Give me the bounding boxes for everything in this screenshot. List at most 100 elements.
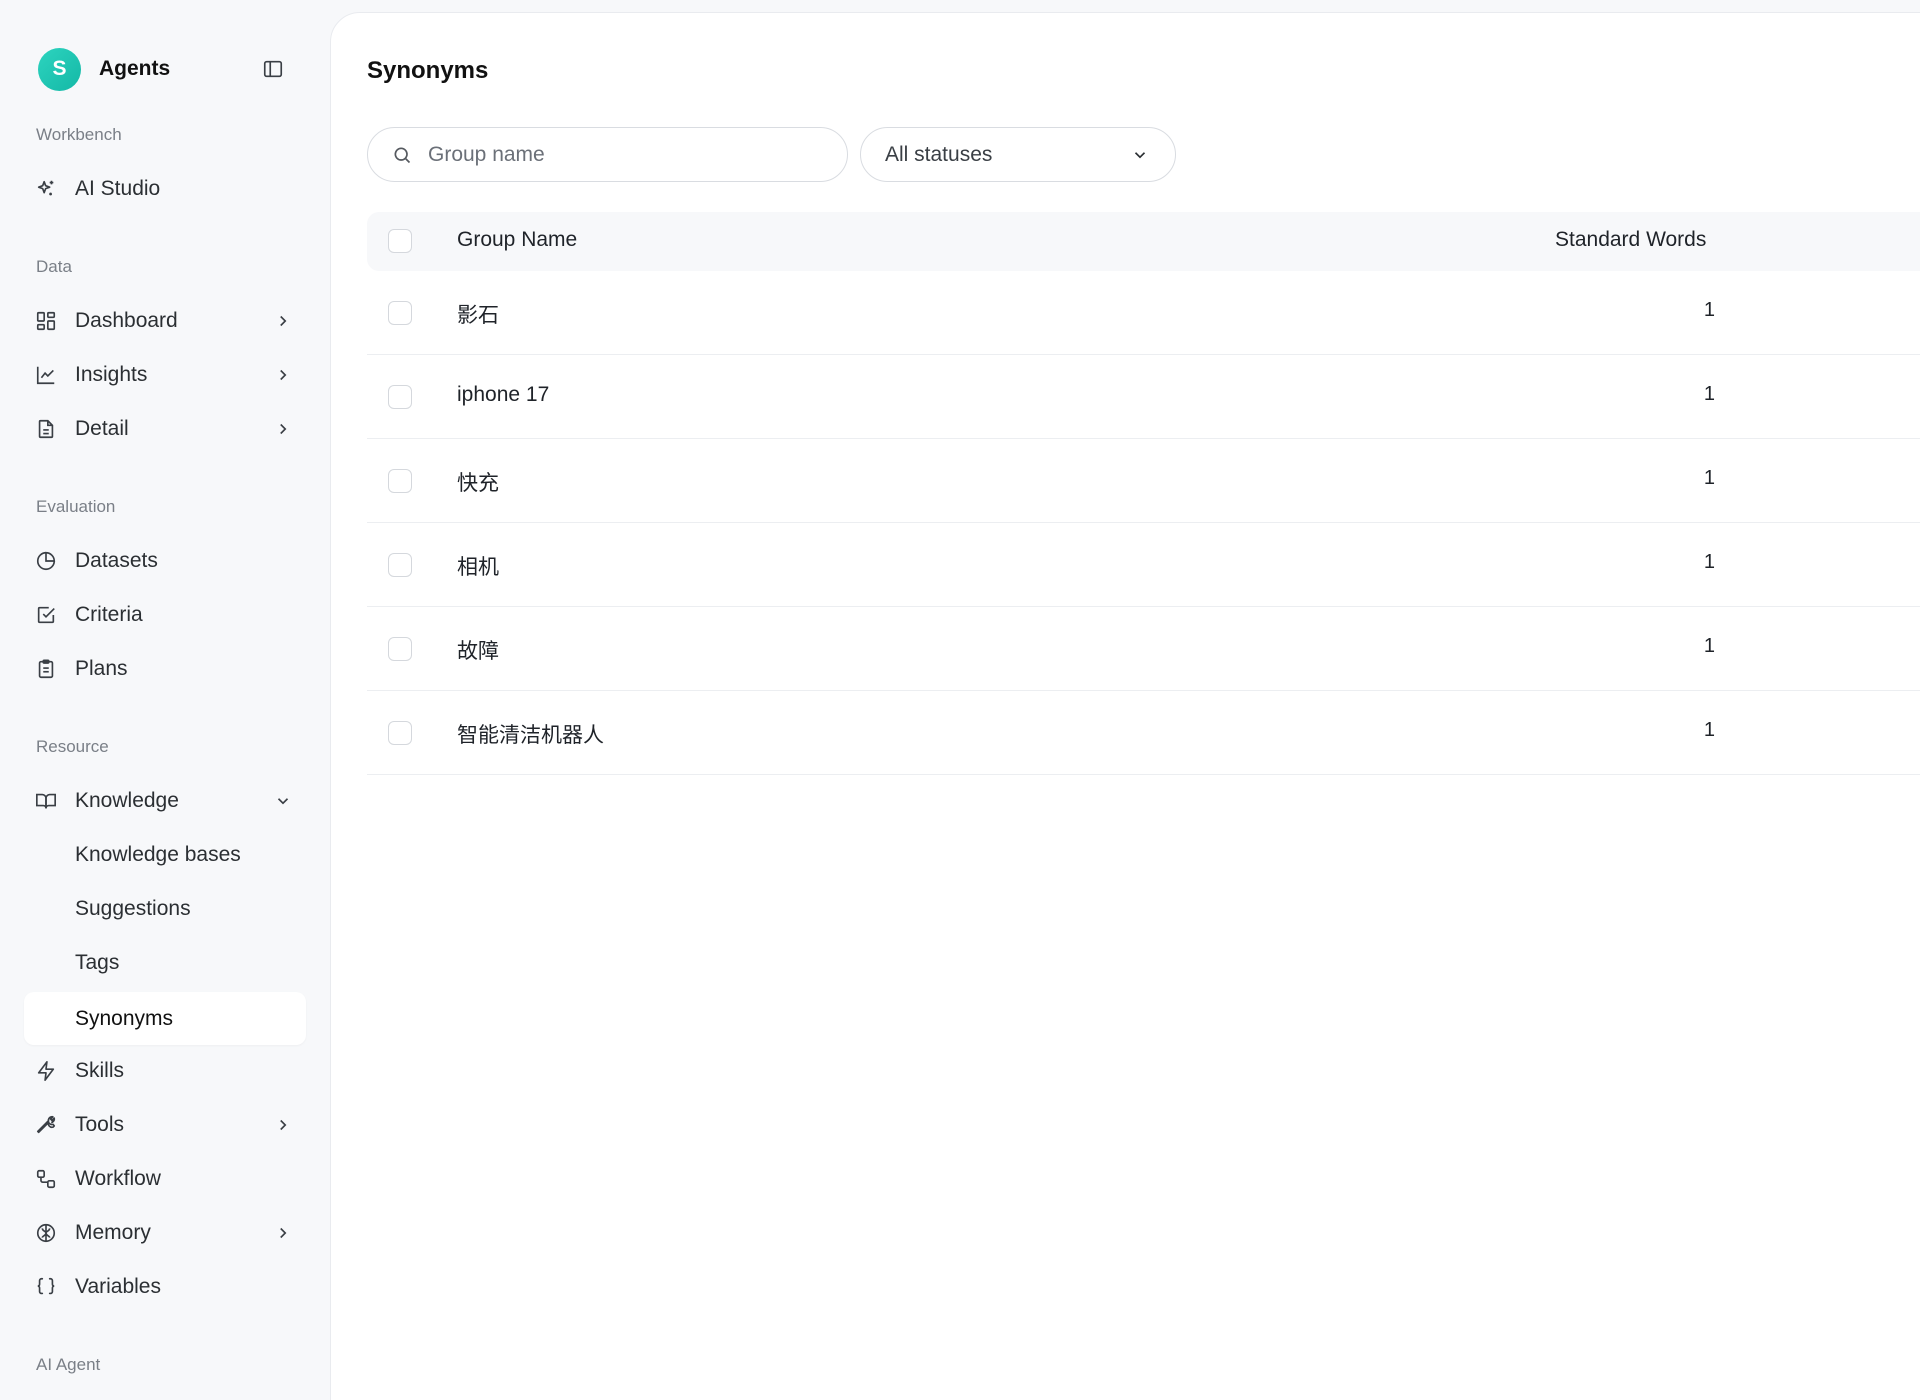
brand-logo: S — [38, 47, 81, 91]
select-all-checkbox[interactable] — [388, 229, 412, 253]
cell-standard-words: 1 — [1703, 635, 1715, 657]
chevron-right-icon — [274, 420, 292, 438]
section-label-resource: Resource — [36, 737, 109, 756]
main-panel: Synonyms All statuses Group Name Standar… — [330, 12, 1920, 1400]
app-root: S Agents Workbench AI Studio Data Dashbo… — [0, 0, 1920, 1400]
brain-icon — [35, 1222, 57, 1244]
sidebar-item-label: Variables — [75, 1275, 161, 1298]
cell-standard-words: 1 — [1703, 719, 1715, 741]
cell-group-name: 智能清洁机器人 — [457, 724, 604, 747]
cell-standard-words: 1 — [1703, 467, 1715, 489]
column-header-group-name[interactable]: Group Name — [457, 228, 577, 252]
cell-group-name: 故障 — [457, 640, 499, 663]
sidebar-item-tools[interactable]: Tools — [24, 1100, 306, 1150]
section-label-evaluation: Evaluation — [36, 497, 116, 516]
sidebar-item-workflow[interactable]: Workflow — [24, 1154, 306, 1204]
row-checkbox[interactable] — [388, 301, 412, 325]
sidebar-item-synonyms[interactable]: Synonyms — [24, 992, 306, 1045]
page-title: Synonyms — [367, 57, 489, 84]
sidebar-item-label: Detail — [75, 417, 129, 440]
workflow-icon — [35, 1168, 57, 1190]
cell-group-name: iphone 17 — [457, 383, 550, 406]
sidebar: S Agents Workbench AI Studio Data Dashbo… — [0, 0, 330, 1400]
sidebar-item-label: Datasets — [75, 549, 158, 572]
synonyms-table: Group Name Standard Words 影石 1 iphone 17… — [367, 212, 1920, 775]
sidebar-item-label: Skills — [75, 1059, 125, 1082]
cell-standard-words: 1 — [1703, 383, 1715, 405]
status-filter-select[interactable]: All statuses — [860, 127, 1176, 182]
checkbox-icon — [35, 604, 57, 626]
row-checkbox[interactable] — [388, 721, 412, 745]
table-header: Group Name Standard Words — [367, 212, 1920, 271]
sidebar-item-label: Dashboard — [75, 309, 178, 332]
sidebar-item-ai-studio[interactable]: AI Studio — [24, 164, 306, 214]
sidebar-item-label: Tools — [75, 1113, 125, 1136]
section-label-data: Data — [36, 257, 72, 276]
sidebar-item-knowledge-bases[interactable]: Knowledge bases — [24, 830, 306, 880]
sidebar-item-suggestions[interactable]: Suggestions — [24, 884, 306, 934]
search-icon — [392, 145, 412, 165]
braces-icon — [35, 1276, 57, 1298]
search-input[interactable] — [428, 140, 828, 170]
brand[interactable]: S Agents — [38, 47, 170, 91]
sidebar-item-memory[interactable]: Memory — [24, 1208, 306, 1258]
sidebar-item-knowledge[interactable]: Knowledge — [24, 776, 306, 826]
table-row[interactable]: 影石 1 — [367, 271, 1920, 355]
row-checkbox[interactable] — [388, 553, 412, 577]
sidebar-item-label: Suggestions — [75, 897, 191, 920]
column-header-standard-words[interactable]: Standard Words — [1555, 228, 1706, 252]
sidebar-toggle-icon[interactable] — [262, 58, 284, 80]
sidebar-item-label: Plans — [75, 657, 128, 680]
sidebar-item-label: Memory — [75, 1221, 151, 1244]
sidebar-item-label: Knowledge — [75, 789, 179, 812]
wrench-icon — [35, 1114, 57, 1136]
line-chart-icon — [35, 364, 57, 386]
sidebar-item-tags[interactable]: Tags — [24, 938, 306, 988]
sidebar-item-detail[interactable]: Detail — [24, 404, 306, 454]
cell-group-name: 快充 — [457, 472, 499, 495]
sidebar-item-label: AI Studio — [75, 177, 161, 200]
clipboard-icon — [35, 658, 57, 680]
table-row[interactable]: 故障 1 — [367, 607, 1920, 691]
row-checkbox[interactable] — [388, 469, 412, 493]
sidebar-item-label: Synonyms — [75, 1006, 174, 1030]
book-open-icon — [35, 790, 57, 812]
chevron-down-icon — [1131, 146, 1149, 164]
sidebar-item-dashboard[interactable]: Dashboard — [24, 296, 306, 346]
sidebar-item-label: Workflow — [75, 1167, 161, 1190]
sparkles-icon — [35, 178, 57, 200]
sidebar-item-criteria[interactable]: Criteria — [24, 590, 306, 640]
document-icon — [35, 418, 57, 440]
section-label-workbench: Workbench — [36, 125, 122, 144]
sidebar-item-datasets[interactable]: Datasets — [24, 536, 306, 586]
status-filter-value: All statuses — [885, 143, 993, 166]
cell-standard-words: 1 — [1703, 299, 1715, 321]
sidebar-item-variables[interactable]: Variables — [24, 1262, 306, 1312]
chevron-right-icon — [274, 1224, 292, 1242]
dashboard-icon — [35, 310, 57, 332]
search-box[interactable] — [367, 127, 848, 182]
table-row[interactable]: iphone 17 1 — [367, 355, 1920, 439]
brand-name: Agents — [99, 57, 171, 80]
sidebar-item-label: Criteria — [75, 603, 143, 626]
chevron-right-icon — [274, 312, 292, 330]
row-checkbox[interactable] — [388, 385, 412, 409]
sidebar-item-insights[interactable]: Insights — [24, 350, 306, 400]
table-row[interactable]: 智能清洁机器人 1 — [367, 691, 1920, 775]
sidebar-item-label: Tags — [75, 951, 120, 974]
sidebar-item-label: Knowledge bases — [75, 843, 241, 866]
sidebar-item-label: Insights — [75, 363, 148, 386]
sidebar-item-skills[interactable]: Skills — [24, 1046, 306, 1096]
chevron-down-icon — [274, 792, 292, 810]
cell-group-name: 相机 — [457, 556, 499, 579]
table-row[interactable]: 快充 1 — [367, 439, 1920, 523]
row-checkbox[interactable] — [388, 637, 412, 661]
cell-group-name: 影石 — [457, 304, 499, 327]
cell-standard-words: 1 — [1703, 551, 1715, 573]
pie-chart-icon — [35, 550, 57, 572]
table-row[interactable]: 相机 1 — [367, 523, 1920, 607]
sidebar-item-plans[interactable]: Plans — [24, 644, 306, 694]
lightning-icon — [35, 1060, 57, 1082]
chevron-right-icon — [274, 1116, 292, 1134]
chevron-right-icon — [274, 366, 292, 384]
